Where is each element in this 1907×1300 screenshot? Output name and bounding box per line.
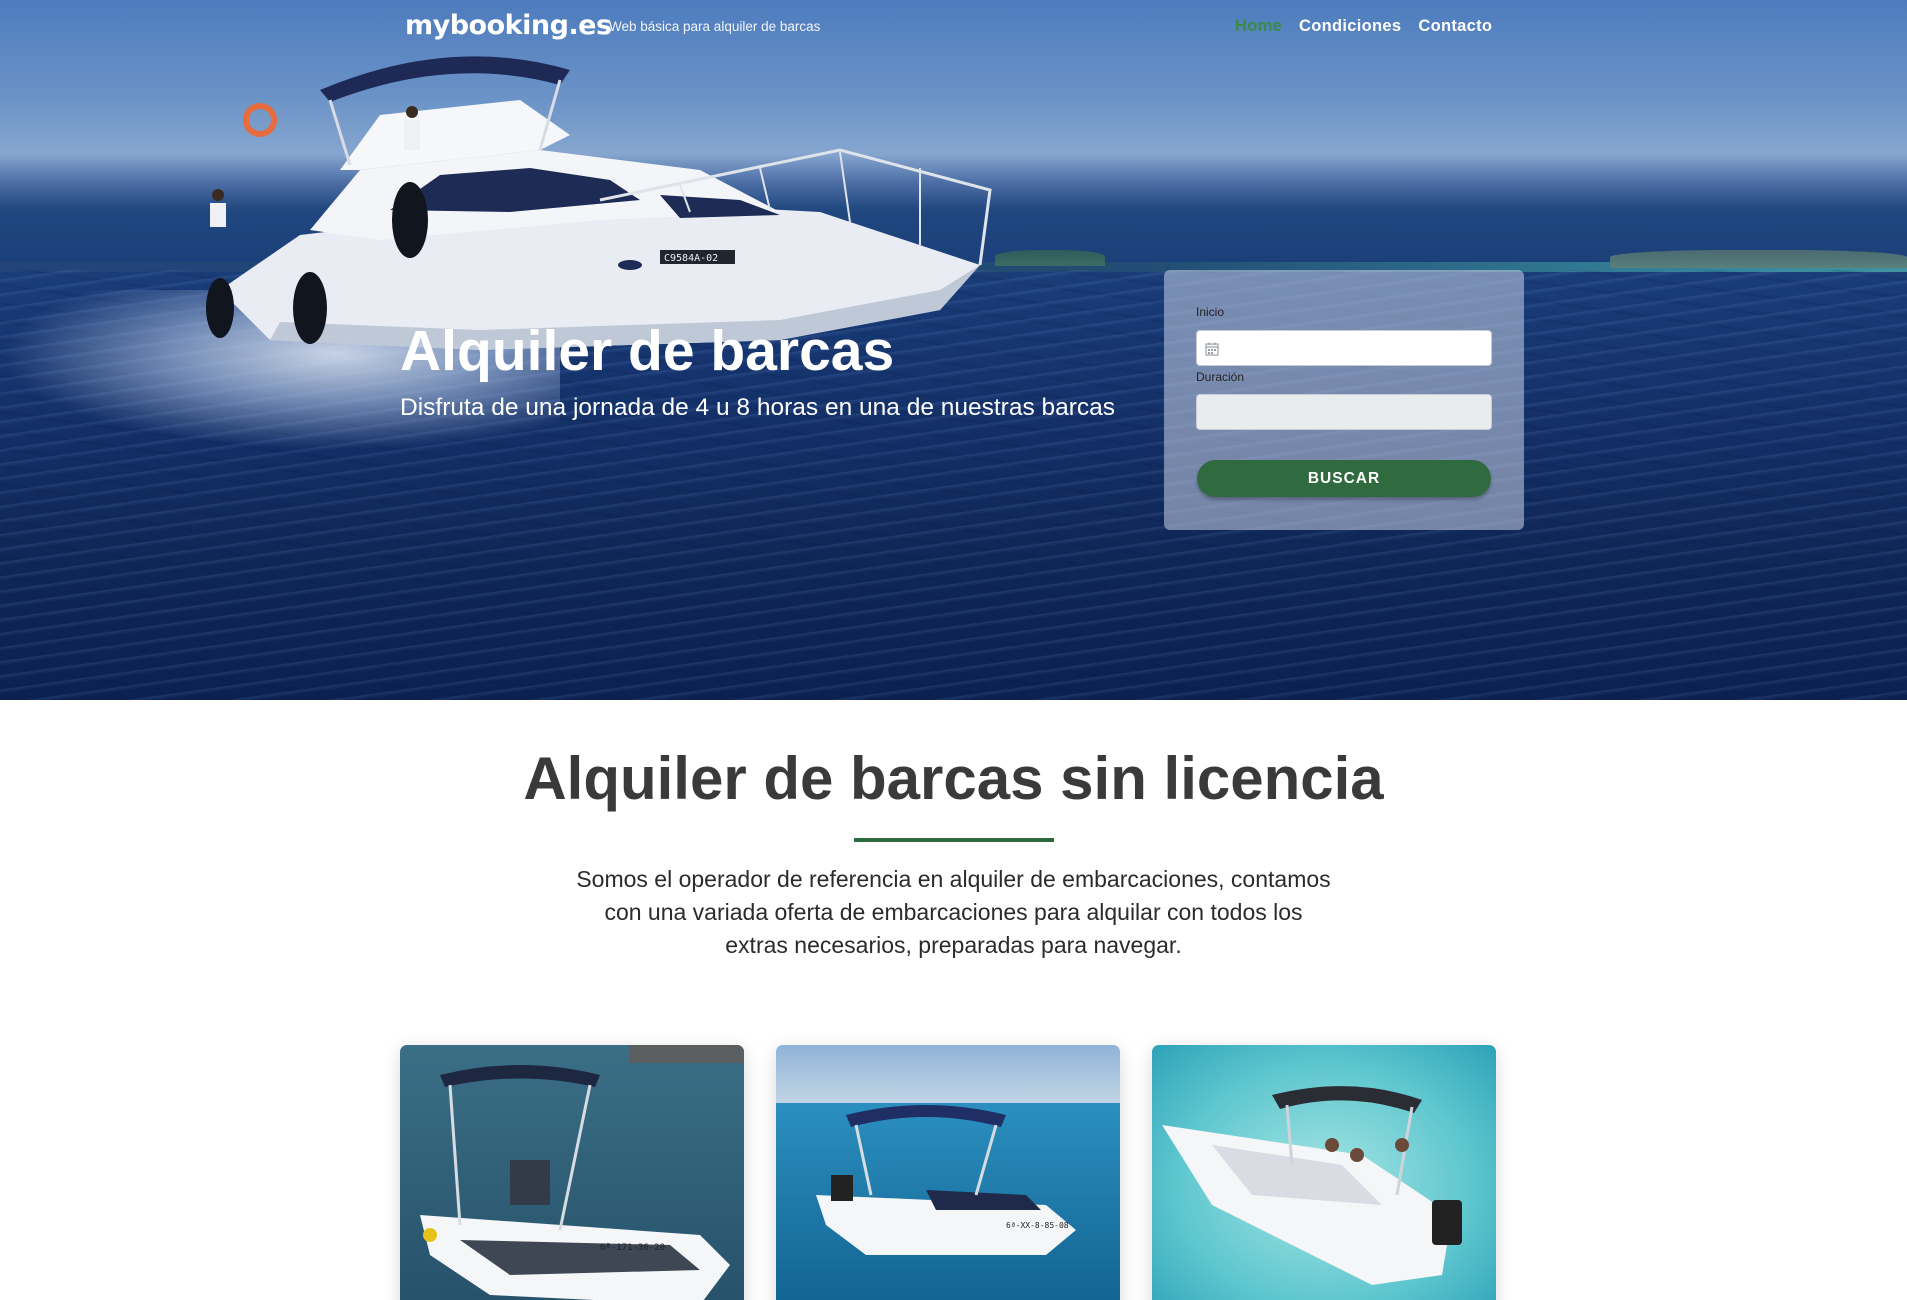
boat-registration-2: 6ª-XX-8-85-08 bbox=[1006, 1221, 1069, 1230]
nav-condiciones[interactable]: Condiciones bbox=[1299, 17, 1401, 36]
section-text: Somos el operador de referencia en alqui… bbox=[576, 866, 1331, 958]
nav-contacto[interactable]: Contacto bbox=[1418, 17, 1492, 36]
search-button[interactable]: BUSCAR bbox=[1197, 460, 1491, 497]
duration-label: Duración bbox=[1196, 370, 1245, 384]
hero-subtitle: Disfruta de una jornada de 4 u 8 horas e… bbox=[400, 394, 1116, 421]
boat-card-1[interactable]: 6ª-171-36-20 bbox=[400, 1045, 744, 1300]
duration-select[interactable] bbox=[1196, 394, 1492, 430]
search-panel: Inicio Duración BUSCAR bbox=[1164, 270, 1524, 530]
calendar-icon bbox=[1205, 342, 1219, 356]
boat-card-3[interactable] bbox=[1152, 1045, 1496, 1300]
resort-island bbox=[1610, 250, 1907, 268]
nav-home[interactable]: Home bbox=[1235, 17, 1282, 36]
title-divider bbox=[854, 838, 1054, 842]
boat-registration-1: 6ª-171-36-20 bbox=[600, 1243, 665, 1253]
yacht-registration: C9584A-02 bbox=[664, 253, 718, 264]
brand-logo[interactable]: mybooking.es bbox=[405, 10, 612, 41]
brand-tagline: Web básica para alquiler de barcas bbox=[609, 19, 821, 34]
main-nav: Home Condiciones Contacto bbox=[1235, 17, 1492, 36]
boat-photo-1: 6ª-171-36-20 bbox=[400, 1045, 744, 1300]
hero-banner: C9584A-02 mybooking.es Web básica para a… bbox=[0, 0, 1907, 700]
boat-photo-2: 6ª-XX-8-85-08 bbox=[776, 1045, 1120, 1300]
boat-card-2[interactable]: 6ª-XX-8-85-08 bbox=[776, 1045, 1120, 1300]
section-title: Alquiler de barcas sin licencia bbox=[523, 745, 1384, 812]
boat-photo-3 bbox=[1152, 1045, 1496, 1300]
start-date-label: Inicio bbox=[1196, 305, 1225, 319]
start-date-input[interactable] bbox=[1196, 330, 1492, 366]
hero-title: Alquiler de barcas bbox=[400, 319, 895, 383]
